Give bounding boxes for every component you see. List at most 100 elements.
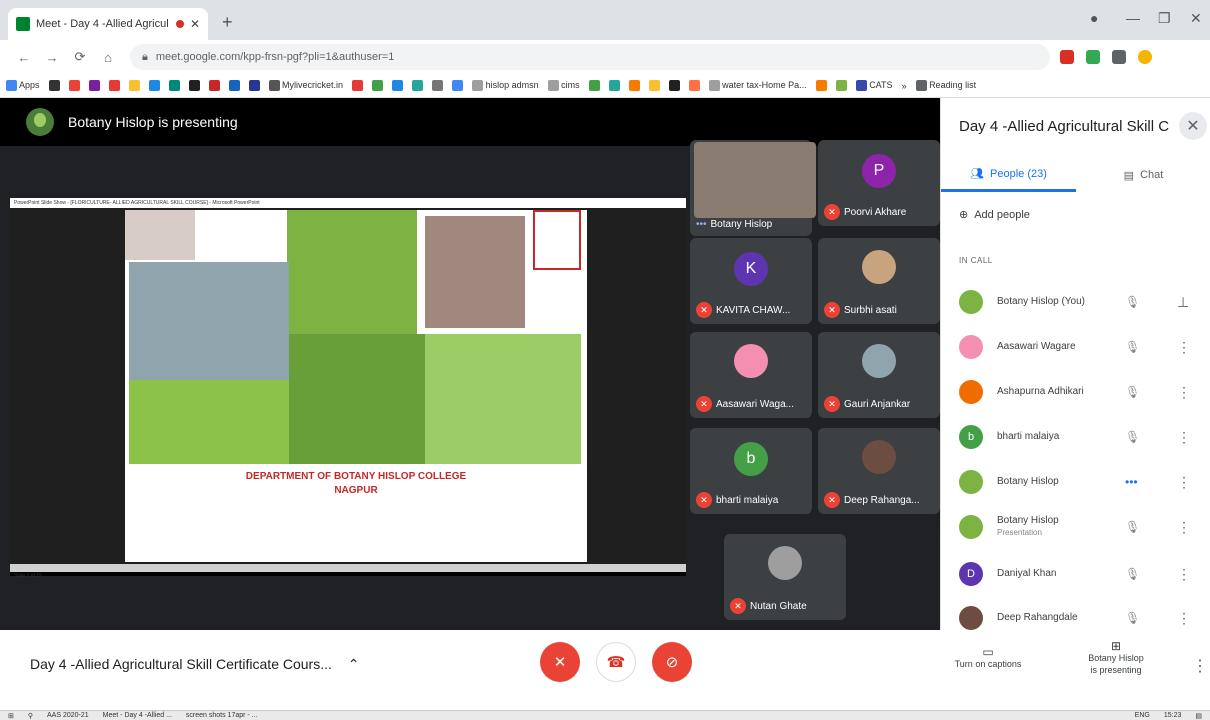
participant-row[interactable]: b bharti malaiya 🎙︎ ⋮ (941, 417, 1210, 457)
bookmark-icon[interactable] (148, 80, 160, 91)
bookmark-cats[interactable]: CATS (855, 80, 893, 92)
language-indicator[interactable]: ENG (1135, 712, 1150, 719)
shared-screen[interactable]: PowerPoint Slide Show - [FLORICULTURE- A… (10, 198, 686, 579)
bookmark-icon[interactable] (228, 80, 240, 91)
leave-call-button[interactable]: ☎︎ (596, 642, 636, 682)
bookmark-icon[interactable] (248, 80, 260, 91)
taskbar-app[interactable]: AAS 2020-21 (47, 712, 89, 719)
participant-row[interactable]: D Daniyal Khan 🎙︎ ⋮ (941, 554, 1210, 594)
bookmark-icon[interactable] (88, 80, 100, 91)
participant-tile[interactable]: P ✕ Poorvi Akhare (818, 140, 940, 226)
captions-button[interactable]: ▭ Turn on captions (948, 646, 1028, 670)
participant-row[interactable]: Botany Hislop ••• ⋮ (941, 462, 1210, 502)
minimize-icon[interactable]: — (1126, 10, 1140, 26)
tab-chat[interactable]: ▤ Chat (1076, 158, 1210, 192)
clock[interactable]: 15:23 (1164, 712, 1182, 719)
more-options-icon[interactable]: ⋮ (1177, 429, 1191, 446)
participant-tile[interactable]: K ✕ KAVITA CHAW... (690, 238, 812, 324)
browser-tab-meet[interactable]: Meet - Day 4 -Allied Agricul ✕ (8, 8, 208, 40)
camera-toggle-button[interactable]: ⊘ (652, 642, 692, 682)
bookmark-apps[interactable]: Apps (6, 80, 40, 92)
mic-off-icon[interactable]: 🎙︎ (1125, 295, 1140, 309)
profile-icon[interactable]: ● (1090, 10, 1098, 26)
mic-off-icon[interactable]: 🎙︎ (1125, 567, 1140, 581)
bookmark-hislop-admsn[interactable]: hislop admsn (472, 80, 539, 92)
more-bookmarks-icon[interactable]: » (902, 81, 907, 91)
participant-tile[interactable]: ✕ Aasawari Waga... (690, 332, 812, 418)
mic-off-icon[interactable]: 🎙︎ (1125, 385, 1140, 399)
bookmark-icon[interactable] (835, 80, 847, 91)
participant-row[interactable]: Botany Hislop (You) 🎙︎ ⊥ (941, 282, 1210, 322)
amazon-icon[interactable] (668, 80, 680, 91)
participant-tile[interactable]: ✕ Gauri Anjankar (818, 332, 940, 418)
maximize-icon[interactable]: ❐ (1158, 10, 1171, 27)
bookmark-icon[interactable] (815, 80, 827, 91)
bookmark-icon[interactable] (588, 80, 600, 91)
start-icon[interactable]: ⊞ (8, 712, 14, 720)
bookmark-water-tax[interactable]: water tax-Home Pa... (708, 80, 807, 92)
extension-icon[interactable] (1086, 50, 1100, 64)
bookmark-icon[interactable] (608, 80, 620, 91)
taskbar-app[interactable]: Meet - Day 4 -Allied ... (103, 712, 172, 719)
url-field[interactable]: 🔒︎ meet.google.com/kpp-frsn-pgf?pli=1&au… (130, 44, 1050, 70)
bookmark-icon[interactable] (392, 80, 404, 91)
new-tab-icon[interactable]: + (222, 12, 233, 33)
bookmark-cims[interactable]: cims (547, 80, 580, 92)
participant-row[interactable]: Ashapurna Adhikari 🎙︎ ⋮ (941, 372, 1210, 412)
bookmark-mylivecricket[interactable]: Mylivecricket.in (268, 80, 343, 92)
participant-row[interactable]: Aasawari Wagare 🎙︎ ⋮ (941, 327, 1210, 367)
bookmark-icon[interactable] (48, 80, 60, 91)
add-people-button[interactable]: ⊕ Add people (959, 208, 1030, 221)
more-options-icon[interactable]: ⋮ (1192, 656, 1208, 676)
participant-tile[interactable]: ✕ Nutan Ghate (724, 534, 846, 620)
close-window-icon[interactable]: ✕ (1190, 10, 1202, 27)
bookmark-reading-list[interactable]: Reading list (915, 80, 976, 92)
bookmark-icon[interactable] (168, 80, 180, 91)
bookmark-icon[interactable] (128, 80, 140, 91)
search-icon[interactable]: ⚲ (28, 712, 33, 720)
more-options-icon[interactable]: ⋮ (1177, 474, 1191, 491)
mic-off-icon[interactable]: 🎙︎ (1125, 340, 1140, 354)
reload-icon[interactable]: ⟳ (66, 49, 94, 65)
notifications-icon[interactable]: ▤ (1195, 712, 1202, 720)
youtube-icon[interactable] (108, 80, 120, 91)
tab-close-icon[interactable]: ✕ (190, 17, 200, 31)
participant-tile[interactable]: ••• Botany Hislop (690, 140, 816, 236)
bookmark-icon[interactable] (372, 80, 384, 91)
bookmark-icon[interactable] (412, 80, 424, 91)
tab-people[interactable]: 👥︎ People (23) (941, 158, 1076, 192)
microphone-toggle-button[interactable]: ✕ (540, 642, 580, 682)
avatar-icon[interactable] (1138, 50, 1152, 64)
netflix-icon[interactable] (208, 80, 220, 91)
participant-row[interactable]: Botany Hislop Presentation 🎙︎ ⋮ (941, 507, 1210, 547)
participant-tile[interactable]: b ✕ bharti malaiya (690, 428, 812, 514)
more-options-icon[interactable]: ⋮ (1177, 339, 1191, 356)
more-options-icon[interactable]: ⋮ (1177, 519, 1191, 536)
home-icon[interactable]: ⌂ (94, 50, 122, 65)
pin-icon[interactable]: ⊥ (1177, 294, 1189, 311)
bookmark-icon[interactable] (688, 80, 700, 91)
extension-icon[interactable] (1060, 50, 1074, 64)
back-icon[interactable]: ← (10, 50, 38, 65)
bookmark-icon[interactable] (648, 80, 660, 91)
mic-off-icon[interactable]: 🎙︎ (1125, 430, 1140, 444)
bookmark-icon[interactable] (628, 80, 640, 91)
participant-tile[interactable]: ✕ Surbhi asati (818, 238, 940, 324)
bookmark-icon[interactable] (352, 80, 364, 91)
mic-off-icon[interactable]: 🎙︎ (1125, 611, 1140, 625)
bookmark-icon[interactable] (432, 80, 444, 91)
extensions-puzzle-icon[interactable] (1112, 50, 1126, 64)
presenting-button[interactable]: ⊞ Botany Hislop is presenting (1074, 640, 1158, 676)
more-options-icon[interactable]: ⋮ (1177, 566, 1191, 583)
bookmark-icon[interactable] (188, 80, 200, 91)
gmail-icon[interactable] (68, 80, 80, 91)
meeting-details[interactable]: Day 4 -Allied Agricultural Skill Certifi… (30, 656, 360, 673)
more-options-icon[interactable]: ⋮ (1177, 384, 1191, 401)
taskbar-app[interactable]: screen shots 17apr - ... (186, 712, 258, 719)
participant-tile[interactable]: ✕ Deep Rahanga... (818, 428, 940, 514)
forward-icon[interactable]: → (38, 50, 66, 65)
more-options-icon[interactable]: ⋮ (1177, 610, 1191, 627)
close-panel-button[interactable]: ✕ (1179, 112, 1207, 140)
audio-off-icon[interactable]: 🎙︎ (1125, 520, 1140, 534)
bookmark-icon[interactable] (452, 80, 464, 91)
